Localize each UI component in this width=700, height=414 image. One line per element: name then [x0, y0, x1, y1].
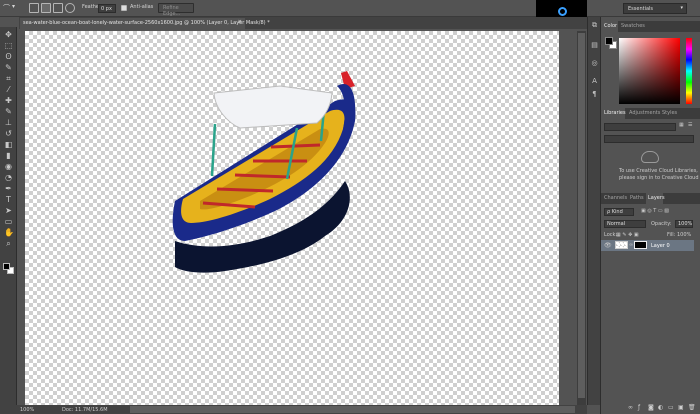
anti-alias-label: Anti-alias: [130, 4, 154, 10]
libraries-panel-tabs: Libraries Adjustments Styles: [601, 108, 700, 119]
library-select[interactable]: [604, 123, 676, 131]
lock-icons[interactable]: ▦ ✎ ✥ ▣: [616, 232, 639, 238]
new-group-icon[interactable]: ▭: [668, 405, 674, 411]
chain-icon[interactable]: ∞: [629, 242, 633, 248]
collapsed-panel-strip: ⧉ ▤ ◎ A ¶: [587, 17, 600, 405]
properties-icon[interactable]: ▤: [590, 41, 599, 50]
tab-color[interactable]: Color: [604, 23, 617, 29]
shape-tool[interactable]: ▭: [4, 218, 13, 226]
fill-label: Fill:: [667, 232, 676, 238]
color-saturation-field[interactable]: [619, 38, 680, 104]
layers-panel-tabs: Channels Paths Layers: [601, 193, 700, 204]
vertical-scrollbar[interactable]: [577, 31, 586, 406]
eye-icon[interactable]: 👁: [604, 242, 612, 249]
blur-tool[interactable]: ◉: [4, 163, 13, 171]
horizontal-scrollbar[interactable]: [130, 406, 575, 413]
brush-tool[interactable]: ✎: [4, 108, 13, 116]
close-icon[interactable]: ×: [238, 19, 242, 25]
hue-slider[interactable]: [686, 38, 692, 104]
workspace-switcher[interactable]: Essentials ▾: [623, 3, 687, 14]
refine-edge-button[interactable]: Refine Edge...: [158, 3, 194, 17]
add-to-selection-icon[interactable]: [41, 3, 51, 13]
creative-cloud-icon: [641, 151, 659, 163]
lasso-tool[interactable]: ʘ: [4, 53, 13, 61]
pen-tool[interactable]: ✒: [4, 185, 13, 193]
zoom-level[interactable]: 100%: [20, 407, 34, 413]
clone-stamp-tool[interactable]: ⊥: [4, 119, 13, 127]
feather-input[interactable]: 0 px: [98, 4, 116, 13]
adjustment-layer-icon[interactable]: ◐: [658, 405, 664, 411]
history-icon[interactable]: ⧉: [590, 21, 599, 30]
hand-tool[interactable]: ✋: [4, 229, 14, 237]
tab-swatches[interactable]: Swatches: [621, 23, 645, 29]
eraser-tool[interactable]: ◧: [4, 141, 13, 149]
libraries-message-line2: please sign in to Creative Cloud: [619, 175, 699, 181]
new-selection-icon[interactable]: [29, 3, 39, 13]
grid-view-icon[interactable]: ▦: [679, 122, 684, 128]
type-tool[interactable]: T: [4, 196, 13, 204]
character-icon[interactable]: A: [590, 77, 599, 86]
workspace-label: Essentials: [628, 6, 654, 12]
toolbar-foreground-color[interactable]: [3, 263, 10, 270]
blend-mode-select[interactable]: Normal: [604, 220, 646, 228]
chevron-down-icon[interactable]: ▾: [12, 3, 15, 10]
tab-libraries[interactable]: Libraries: [604, 110, 626, 116]
zoom-tool[interactable]: ⌕: [4, 240, 13, 248]
fill-value[interactable]: 100%: [677, 232, 691, 238]
layer-name[interactable]: Layer 0: [651, 243, 670, 249]
options-bar: ⌒ ▾ Feather: 0 px Anti-alias Refine Edge…: [0, 0, 700, 17]
trash-icon[interactable]: 🗑: [688, 405, 696, 411]
opacity-label: Opacity:: [651, 221, 672, 227]
paragraph-icon[interactable]: ¶: [590, 90, 599, 99]
tab-styles[interactable]: Styles: [662, 110, 677, 116]
layer-thumbnail[interactable]: [615, 241, 628, 249]
filter-type-icons[interactable]: ▣ ◎ T ▭ ▧: [641, 208, 669, 214]
layer-filter-select[interactable]: ρ Kind: [604, 208, 634, 216]
document-tab-bar: sea-water-blue-ocean-boat-lonely-water-s…: [19, 17, 587, 29]
document-tab[interactable]: sea-water-blue-ocean-boat-lonely-water-s…: [20, 18, 270, 29]
document-info[interactable]: Doc: 11.7M/15.6M: [62, 407, 108, 413]
tab-adjustments[interactable]: Adjustments: [629, 110, 660, 116]
layer-row[interactable]: 👁 ∞ Layer 0: [601, 240, 694, 251]
eyedropper-tool[interactable]: ⁄: [4, 86, 13, 94]
libraries-message-line1: To use Creative Cloud Libraries,: [619, 168, 698, 174]
opacity-input[interactable]: 100%: [675, 220, 693, 228]
tab-layers[interactable]: Layers: [648, 195, 665, 201]
color-panel-tabs: Color Swatches: [601, 21, 700, 32]
info-icon[interactable]: ◎: [590, 59, 599, 68]
subtract-from-selection-icon[interactable]: [53, 3, 63, 13]
crop-tool[interactable]: ⌗: [4, 75, 13, 83]
scroll-thumb[interactable]: [578, 33, 585, 398]
new-layer-icon[interactable]: ▣: [678, 405, 684, 411]
boat-image: [172, 71, 356, 273]
tab-paths[interactable]: Paths: [630, 195, 644, 201]
layer-mask-thumbnail[interactable]: [634, 241, 647, 249]
document-tab-title: sea-water-blue-ocean-boat-lonely-water-s…: [23, 20, 270, 26]
layers-footer: ∞ ƒ ◙ ◐ ▭ ▣ 🗑: [601, 403, 700, 414]
library-search-input[interactable]: [604, 135, 694, 143]
right-panels: Color Swatches Libraries Adjustments Sty…: [600, 17, 700, 414]
intersect-selection-icon[interactable]: [65, 3, 75, 13]
anti-alias-checkbox[interactable]: [121, 5, 127, 11]
chevron-down-icon: ▾: [680, 5, 683, 11]
path-select-tool[interactable]: ➤: [4, 207, 13, 215]
foreground-color-chip[interactable]: [605, 37, 613, 45]
cortana-ring-icon: [558, 7, 567, 16]
tools-panel: ✥ ⬚ ʘ ✎ ⌗ ⁄ ✚ ✎ ⊥ ↺ ◧ ▮ ◉ ◔ ✒ T ➤ ▭ ✋ ⌕: [0, 27, 17, 405]
move-tool[interactable]: ✥: [4, 31, 13, 39]
document-canvas[interactable]: [25, 31, 559, 406]
marquee-tool[interactable]: ⬚: [4, 42, 13, 50]
lasso-preset-icon[interactable]: ⌒: [3, 3, 10, 13]
healing-brush-tool[interactable]: ✚: [4, 97, 13, 105]
list-view-icon[interactable]: ☰: [688, 122, 692, 128]
history-brush-tool[interactable]: ↺: [4, 130, 13, 138]
boat-canopy: [213, 85, 333, 129]
add-mask-icon[interactable]: ◙: [648, 405, 654, 411]
fx-icon[interactable]: ƒ: [638, 405, 644, 411]
quick-select-tool[interactable]: ✎: [4, 64, 13, 72]
link-layers-icon[interactable]: ∞: [628, 405, 634, 411]
tab-channels[interactable]: Channels: [604, 195, 627, 201]
gradient-tool[interactable]: ▮: [4, 152, 13, 160]
dodge-tool[interactable]: ◔: [4, 174, 13, 182]
